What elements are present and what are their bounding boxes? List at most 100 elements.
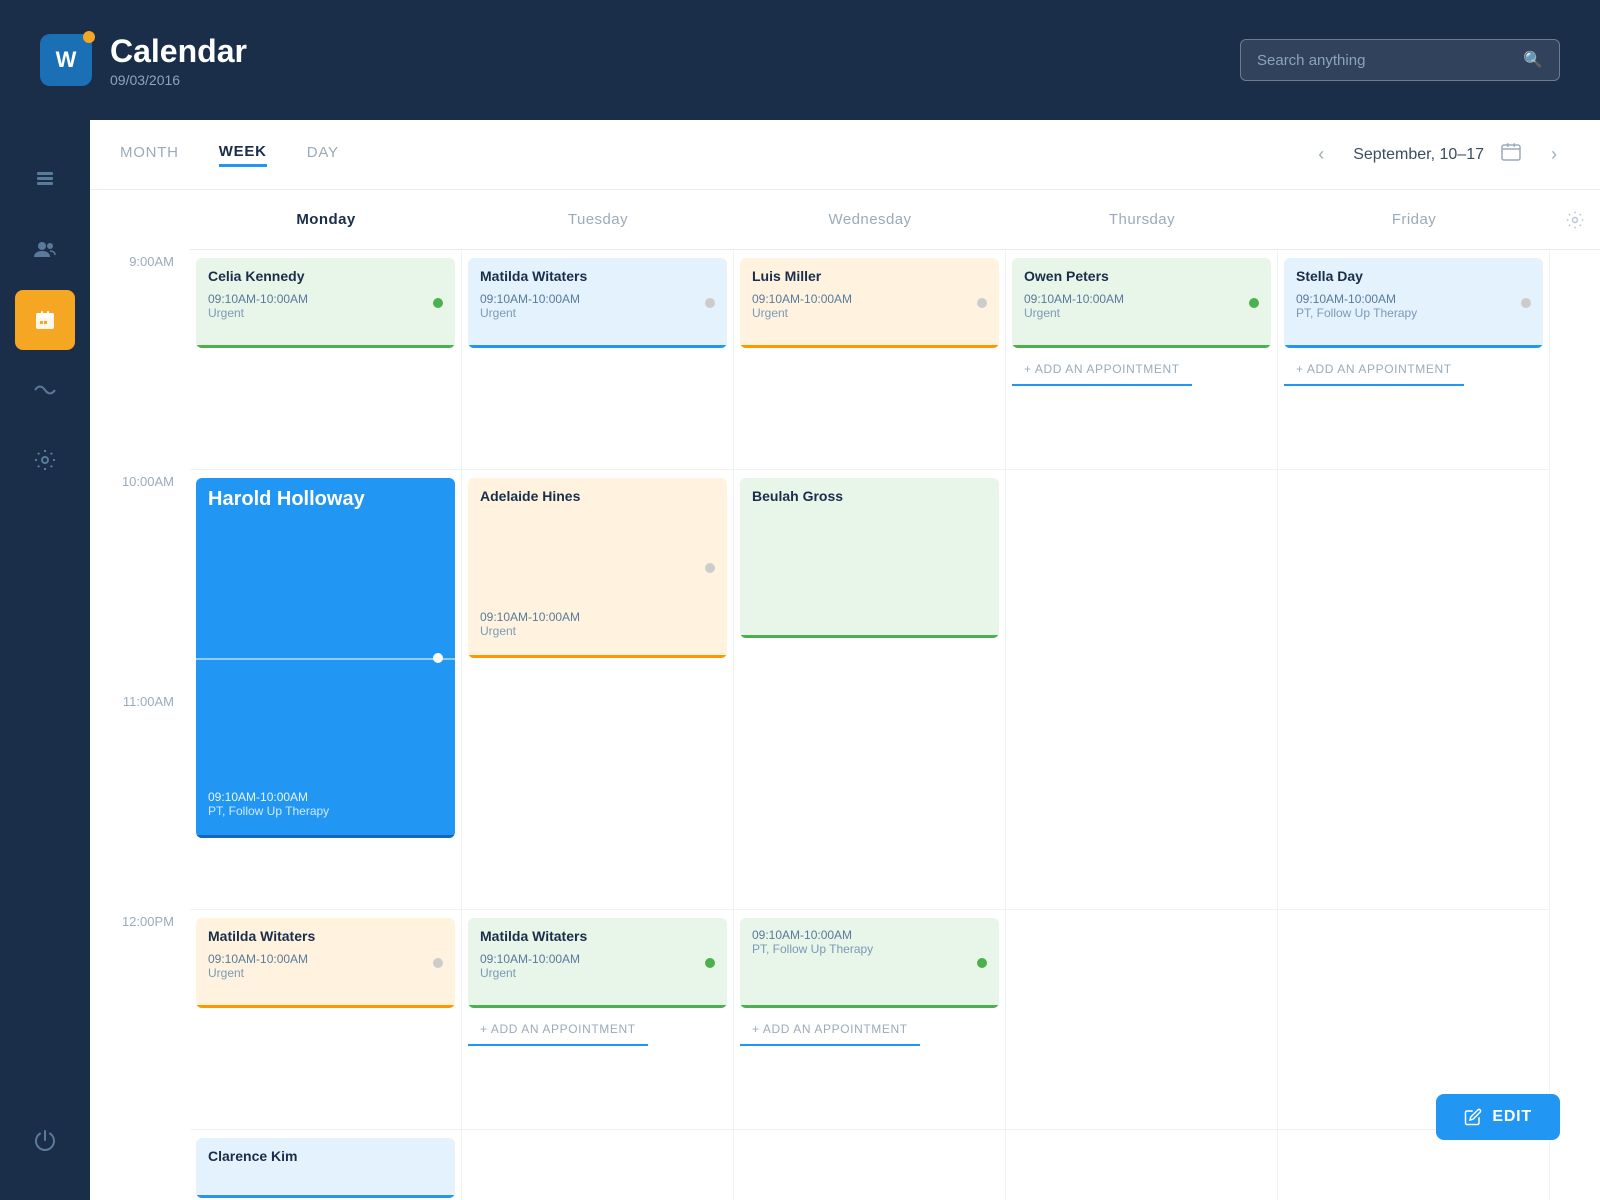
tuesday-11am-slot: Matilda Witaters 09:10AM-10:00AM Urgent … (462, 910, 733, 1130)
day-monday: Celia Kennedy 09:10AM-10:00AM Urgent Har… (190, 250, 462, 1200)
calendar-nav-icon (1500, 141, 1522, 168)
day-header-thursday: Thursday (1006, 211, 1278, 228)
time-10am: 10:00AM (90, 470, 190, 690)
logo-icon (40, 34, 92, 86)
edit-button-label: EDIT (1492, 1108, 1532, 1126)
day-wednesday: Luis Miller 09:10AM-10:00AM Urgent Beula… (734, 250, 1006, 1200)
appt-name: Stella Day (1296, 268, 1531, 284)
appt-name: Beulah Gross (752, 488, 987, 504)
thursday-9am-slot: Owen Peters 09:10AM-10:00AM Urgent + ADD… (1006, 250, 1277, 470)
add-appt-wednesday[interactable]: + ADD AN APPOINTMENT (740, 1014, 920, 1046)
day-thursday: Owen Peters 09:10AM-10:00AM Urgent + ADD… (1006, 250, 1278, 1200)
tab-week[interactable]: WEEK (219, 143, 267, 167)
appt-type: Urgent (208, 306, 443, 320)
header-date: 09/03/2016 (110, 72, 247, 88)
appt-matilda-witaters-mon[interactable]: Matilda Witaters 09:10AM-10:00AM Urgent (196, 918, 455, 1008)
monday-9am-slot: Celia Kennedy 09:10AM-10:00AM Urgent (190, 250, 461, 470)
add-appt-thursday[interactable]: + ADD AN APPOINTMENT (1012, 354, 1192, 386)
appt-status-dot (705, 563, 715, 573)
appt-status-dot (1521, 298, 1531, 308)
appt-name: Adelaide Hines (480, 488, 715, 504)
appt-stella-day[interactable]: Stella Day 09:10AM-10:00AM PT, Follow Up… (1284, 258, 1543, 348)
time-column: 9:00AM 10:00AM 11:00AM 12:00PM (90, 190, 190, 1200)
day-tuesday: Matilda Witaters 09:10AM-10:00AM Urgent … (462, 250, 734, 1200)
sidebar-item-analytics[interactable] (15, 360, 75, 420)
appt-type: Urgent (480, 624, 580, 638)
day-header-wednesday: Wednesday (734, 211, 1006, 228)
appt-matilda-tue-9[interactable]: Matilda Witaters 09:10AM-10:00AM Urgent (468, 258, 727, 348)
appt-time: 09:10AM-10:00AM (752, 928, 987, 942)
power-icon (33, 1128, 57, 1152)
tab-month[interactable]: MONTH (120, 144, 179, 165)
search-input[interactable] (1257, 52, 1513, 69)
tuesday-10am-slot: Adelaide Hines 09:10AM-10:00AM Urgent (462, 470, 733, 910)
sidebar-item-settings[interactable] (15, 430, 75, 490)
sidebar-item-contacts[interactable] (15, 150, 75, 210)
appt-status-dot (977, 958, 987, 968)
monday-12pm-slot: Clarence Kim (190, 1130, 461, 1200)
day-header-tuesday: Tuesday (462, 211, 734, 228)
appt-time: 09:10AM-10:00AM (480, 952, 715, 966)
header-left: Calendar 09/03/2016 (40, 33, 247, 88)
main-layout: MONTH WEEK DAY ‹ September, 10–17 › (0, 120, 1600, 1200)
gear-spacer (1550, 250, 1600, 1200)
appt-name: Celia Kennedy (208, 268, 443, 284)
time-indicator (196, 658, 455, 660)
prev-button[interactable]: ‹ (1305, 139, 1337, 171)
time-12pm: 12:00PM (90, 910, 190, 1130)
logo-dot (83, 31, 95, 43)
appt-time: 09:10AM-10:00AM (208, 952, 443, 966)
wednesday-9am-slot: Luis Miller 09:10AM-10:00AM Urgent (734, 250, 1005, 470)
add-appt-tuesday[interactable]: + ADD AN APPOINTMENT (468, 1014, 648, 1046)
edit-icon (1464, 1108, 1482, 1126)
appt-status-dot (977, 298, 987, 308)
sidebar-item-users[interactable] (15, 220, 75, 280)
appt-type: PT, Follow Up Therapy (208, 804, 329, 818)
search-box[interactable]: 🔍 (1240, 39, 1560, 81)
appt-beulah-gross[interactable]: Beulah Gross (740, 478, 999, 638)
appt-wed-11[interactable]: 09:10AM-10:00AM PT, Follow Up Therapy (740, 918, 999, 1008)
gear-cell[interactable] (1550, 210, 1600, 230)
add-appt-friday[interactable]: + ADD AN APPOINTMENT (1284, 354, 1464, 386)
appt-owen-peters[interactable]: Owen Peters 09:10AM-10:00AM Urgent (1012, 258, 1271, 348)
header: Calendar 09/03/2016 🔍 (0, 0, 1600, 120)
settings-icon (33, 448, 57, 472)
appt-type: Urgent (1024, 306, 1259, 320)
contacts-icon (33, 168, 57, 192)
appt-matilda-tue-11[interactable]: Matilda Witaters 09:10AM-10:00AM Urgent (468, 918, 727, 1008)
calendar-icon (33, 308, 57, 332)
sidebar-item-power[interactable] (15, 1110, 75, 1170)
appt-name: Owen Peters (1024, 268, 1259, 284)
days-header: Monday Tuesday Wednesday Thursday Friday (190, 190, 1600, 250)
appt-celia-kennedy[interactable]: Celia Kennedy 09:10AM-10:00AM Urgent (196, 258, 455, 348)
sidebar-item-calendar[interactable] (15, 290, 75, 350)
appt-luis-miller[interactable]: Luis Miller 09:10AM-10:00AM Urgent (740, 258, 999, 348)
appt-time: 09:10AM-10:00AM (480, 610, 580, 624)
tab-day[interactable]: DAY (307, 144, 339, 165)
appt-name: Matilda Witaters (480, 268, 715, 284)
time-11am: 11:00AM (90, 690, 190, 910)
appt-time: 09:10AM-10:00AM (208, 790, 329, 804)
next-button[interactable]: › (1538, 139, 1570, 171)
appt-time: 09:10AM-10:00AM (208, 292, 443, 306)
edit-button[interactable]: EDIT (1436, 1094, 1560, 1140)
appt-time: 09:10AM-10:00AM (1296, 292, 1531, 306)
nav-controls: ‹ September, 10–17 › (1305, 139, 1570, 171)
appt-type: PT, Follow Up Therapy (752, 942, 987, 956)
appt-type: Urgent (752, 306, 987, 320)
days-content: Celia Kennedy 09:10AM-10:00AM Urgent Har… (190, 250, 1600, 1200)
friday-12pm-slot (1278, 1130, 1549, 1200)
thursday-12pm-slot (1006, 1130, 1277, 1200)
appt-adelaide-hines[interactable]: Adelaide Hines 09:10AM-10:00AM Urgent (468, 478, 727, 658)
appt-harold-holloway[interactable]: Harold Holloway 09:10AM-10:00AM PT, Foll… (196, 478, 455, 838)
gear-icon (1565, 210, 1585, 230)
wednesday-11am-slot: 09:10AM-10:00AM PT, Follow Up Therapy + … (734, 910, 1005, 1130)
appt-clarence-kim[interactable]: Clarence Kim (196, 1138, 455, 1198)
appt-status-dot (433, 298, 443, 308)
appt-status-dot (433, 958, 443, 968)
appt-status-dot (1249, 298, 1259, 308)
date-range: September, 10–17 (1353, 146, 1484, 164)
thursday-11am-slot (1006, 910, 1277, 1130)
tabs-left: MONTH WEEK DAY (120, 143, 339, 167)
monday-11am-slot: Matilda Witaters 09:10AM-10:00AM Urgent (190, 910, 461, 1130)
